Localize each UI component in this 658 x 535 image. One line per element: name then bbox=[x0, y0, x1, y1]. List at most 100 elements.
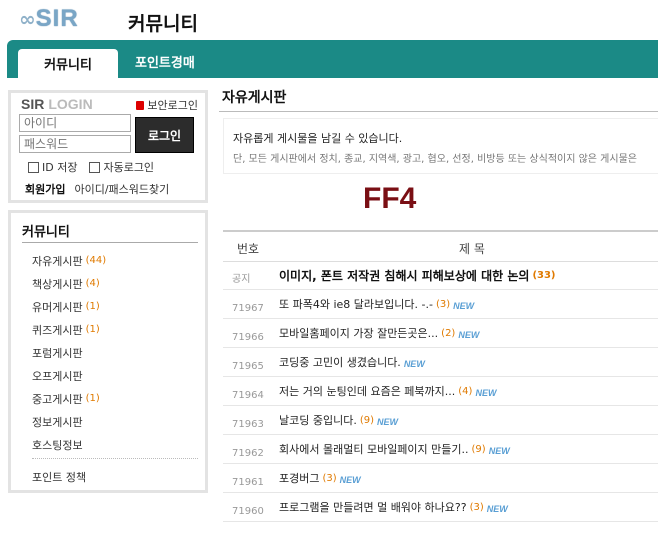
post-number: 71967 bbox=[232, 303, 264, 314]
sidebar-item-offline[interactable]: 오프게시판 bbox=[32, 364, 106, 387]
new-badge-icon: NEW bbox=[453, 301, 475, 311]
logo-infinity-icon: ∞ bbox=[19, 7, 36, 31]
new-badge-icon: NEW bbox=[475, 388, 497, 398]
comment-count: (2) bbox=[441, 327, 456, 339]
tab-point-auction[interactable]: 포인트경매 bbox=[135, 52, 195, 71]
secure-login-link[interactable]: 보안로그인 bbox=[136, 97, 198, 113]
post-number: 71965 bbox=[232, 361, 264, 372]
point-policy-link[interactable]: 포인트 정책 bbox=[32, 469, 86, 485]
sidebar-title: 커뮤니티 bbox=[22, 225, 70, 240]
community-sidebar: 커뮤니티 자유게시판 (44) 책상게시판 (4) 유머게시판 (1) 퀴즈게시판 (1… bbox=[8, 210, 208, 493]
comment-count: (33) bbox=[532, 270, 556, 281]
join-link[interactable]: 회원가입 bbox=[25, 181, 65, 197]
sidebar-item-count: (1) bbox=[85, 301, 100, 312]
comment-count: (3) bbox=[322, 472, 337, 484]
sidebar-item-label: 책상게시판 bbox=[32, 277, 83, 291]
post-subject-link[interactable]: 프로그램을 만들려면 멀 배워야 하나요?? (3) NEW bbox=[279, 499, 508, 515]
main-nav: 커뮤니티 포인트경매 bbox=[7, 40, 658, 78]
new-badge-icon: NEW bbox=[486, 504, 508, 514]
table-row: 71967 또 파폭4와 ie8 달라보입니다. -.- (3) NEW bbox=[223, 292, 658, 319]
sidebar-item-count: (1) bbox=[85, 393, 100, 404]
notice-row: 공지 이미지, 폰트 저작권 침해시 피해보상에 대한 논의 (33) bbox=[223, 263, 658, 290]
sidebar-list: 자유게시판 (44) 책상게시판 (4) 유머게시판 (1) 퀴즈게시판 (1) 포럼게… bbox=[32, 249, 106, 456]
tab-community[interactable]: 커뮤니티 bbox=[18, 49, 118, 78]
board-description-line1: 자유롭게 게시물을 남길 수 있습니다. bbox=[233, 132, 403, 145]
sidebar-item-humor[interactable]: 유머게시판 (1) bbox=[32, 295, 106, 318]
board-title: 자유게시판 bbox=[222, 90, 287, 106]
sidebar-item-hosting[interactable]: 호스팅정보 bbox=[32, 433, 106, 456]
post-subject-link[interactable]: 날코딩 중입니다. (9) NEW bbox=[279, 412, 398, 428]
sidebar-item-label: 포럼게시판 bbox=[32, 346, 83, 360]
login-brand: SIR bbox=[21, 96, 45, 112]
post-number: 71961 bbox=[232, 477, 264, 488]
new-badge-icon: NEW bbox=[377, 417, 399, 427]
post-title: 코딩중 고민이 생겼습니다. bbox=[279, 356, 401, 369]
new-badge-icon: NEW bbox=[458, 330, 480, 340]
table-row: 71966 모바일홈페이지 가장 잘만든곳은... (2) NEW bbox=[223, 321, 658, 348]
sidebar-item-label: 호스팅정보 bbox=[32, 438, 83, 452]
save-id-label: ID 저장 bbox=[42, 161, 78, 174]
logo-text: SIR bbox=[35, 5, 79, 32]
sidebar-item-used[interactable]: 중고게시판 (1) bbox=[32, 387, 106, 410]
post-subject-link[interactable]: 저는 거의 눈팅인데 요즘은 페북까지... (4) NEW bbox=[279, 383, 496, 399]
login-options: ID 저장 자동로그인 bbox=[28, 159, 154, 175]
find-account-link[interactable]: 아이디/패스워드찾기 bbox=[74, 181, 169, 197]
board-description-line2: 단, 모든 게시판에서 정치, 종교, 지역색, 광고, 협오, 선정, 비방등… bbox=[233, 154, 637, 165]
post-title: 저는 거의 눈팅인데 요즘은 페북까지... bbox=[279, 385, 456, 398]
table-row: 71964 저는 거의 눈팅인데 요즘은 페북까지... (4) NEW bbox=[223, 379, 658, 406]
post-title: 회사에서 몰래멀티 모바일페이지 만들기.. bbox=[279, 443, 469, 456]
sidebar-item-label: 유머게시판 bbox=[32, 300, 83, 314]
column-subject: 제 목 bbox=[459, 242, 485, 256]
post-number: 71962 bbox=[232, 448, 264, 459]
site-logo[interactable]: ∞ SIR bbox=[19, 5, 79, 32]
post-subject-link[interactable]: 코딩중 고민이 생겼습니다. NEW bbox=[279, 354, 425, 370]
sidebar-item-free[interactable]: 자유게시판 (44) bbox=[32, 249, 106, 272]
comment-count: (3) bbox=[435, 298, 451, 310]
login-button[interactable]: 로그인 bbox=[135, 117, 194, 153]
table-row: 71962 회사에서 몰래멀티 모바일페이지 만들기.. (9) NEW bbox=[223, 437, 658, 464]
post-subject-link[interactable]: 회사에서 몰래멀티 모바일페이지 만들기.. (9) NEW bbox=[279, 441, 510, 457]
login-title: SIR LOGIN bbox=[21, 96, 93, 112]
sidebar-separator bbox=[32, 458, 198, 459]
login-links: 회원가입 아이디/패스워드찾기 bbox=[25, 181, 169, 197]
sidebar-item-quiz[interactable]: 퀴즈게시판 (1) bbox=[32, 318, 106, 341]
post-title: 포경버그 bbox=[279, 472, 320, 485]
sidebar-item-count: (44) bbox=[85, 255, 107, 266]
auto-login-label: 자동로그인 bbox=[103, 161, 155, 174]
sidebar-item-label: 중고게시판 bbox=[32, 392, 83, 406]
sidebar-item-label: 정보게시판 bbox=[32, 415, 83, 429]
post-number: 71964 bbox=[232, 390, 264, 401]
post-number: 71963 bbox=[232, 419, 264, 430]
auto-login-checkbox[interactable] bbox=[89, 161, 101, 173]
new-badge-icon: NEW bbox=[488, 446, 510, 456]
post-subject-link[interactable]: 이미지, 폰트 저작권 침해시 피해보상에 대한 논의 (33) bbox=[279, 267, 556, 284]
sidebar-item-count: (1) bbox=[85, 324, 100, 335]
sidebar-item-count: (4) bbox=[85, 278, 100, 289]
sidebar-item-label: 자유게시판 bbox=[32, 254, 83, 268]
table-row: 71965 코딩중 고민이 생겼습니다. NEW bbox=[223, 350, 658, 377]
comment-count: (3) bbox=[469, 501, 484, 513]
post-title: 이미지, 폰트 저작권 침해시 피해보상에 대한 논의 bbox=[279, 269, 530, 283]
save-id-checkbox[interactable] bbox=[28, 161, 39, 173]
login-box: SIRLOGIN 보안로그인 로그인 ID 저장 자동로그인 회원가입 아이디/… bbox=[8, 90, 208, 203]
sidebar-item-info[interactable]: 정보게시판 bbox=[32, 410, 106, 433]
table-row: 71961 포경버그 (3) NEW bbox=[223, 466, 658, 493]
post-title: 또 파폭4와 ie8 달라보입니다. -.- bbox=[279, 298, 433, 311]
comment-count: (4) bbox=[458, 385, 473, 397]
post-subject-link[interactable]: 모바일홈페이지 가장 잘만든곳은... (2) NEW bbox=[279, 325, 479, 341]
table-row: 71960 프로그램을 만들려면 멀 배워야 하나요?? (3) NEW bbox=[223, 495, 658, 522]
sidebar-item-forum[interactable]: 포럼게시판 bbox=[32, 341, 106, 364]
post-subject-link[interactable]: 포경버그 (3) NEW bbox=[279, 470, 361, 486]
new-badge-icon: NEW bbox=[339, 475, 361, 485]
secure-login-label: 보안로그인 bbox=[147, 99, 198, 112]
post-subject-link[interactable]: 또 파폭4와 ie8 달라보입니다. -.- (3) NEW bbox=[279, 296, 474, 312]
sidebar-item-label: 퀴즈게시판 bbox=[32, 323, 83, 337]
sidebar-item-desk[interactable]: 책상게시판 (4) bbox=[32, 272, 106, 295]
password-input[interactable] bbox=[19, 135, 131, 153]
login-label: LOGIN bbox=[48, 96, 93, 112]
user-id-input[interactable] bbox=[19, 114, 131, 132]
lock-icon bbox=[136, 100, 145, 110]
post-title: 모바일홈페이지 가장 잘만든곳은... bbox=[279, 327, 439, 340]
comment-count: (9) bbox=[359, 414, 375, 426]
page-title: 커뮤니티 bbox=[128, 13, 198, 35]
